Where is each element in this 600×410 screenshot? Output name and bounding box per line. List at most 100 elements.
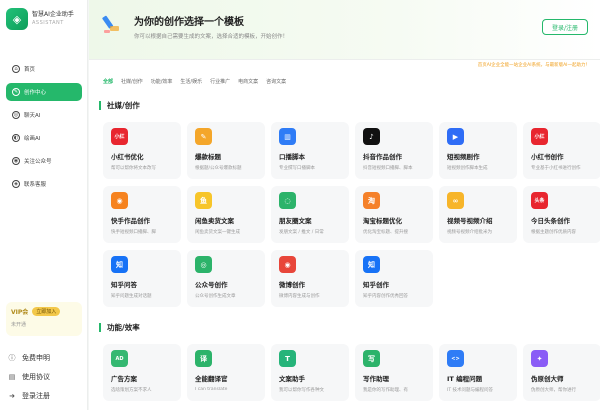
card-title: 视频号视频介绍 [447,217,493,225]
card-description: I can translate [195,387,228,392]
card-description: 知乎问题生成对话题 [111,294,152,299]
sidebar-item[interactable]: ◎ 聊天AI [6,106,82,124]
sidebar-item[interactable]: ✎ 创作中心 [6,83,82,101]
weibo-icon: ◉ [279,256,296,273]
template-card[interactable]: 小红小红书优化帮可以帮你将文本改写 [103,122,181,179]
moments-icon: ◌ [279,192,296,209]
card-description: 公众号创作生成文章 [195,294,236,299]
vip-title: VIP会 [11,309,29,316]
sidebar-item-label: 绘画AI [24,136,41,142]
zhihu-icon: 知 [363,256,380,273]
tab[interactable]: 功能/效率 [151,78,173,85]
template-card[interactable]: ◉ 快手作品创作 快手短视频口播脚、脚 [103,186,181,243]
card-title: 爆款标题 [195,153,221,161]
sidebar-nav: ⌂ 首页 ✎ 创作中心 ◎ 聊天AI ◐ 绘画AI ◉ 关注公众号 ◈ 联系客服 [0,60,88,198]
magic-icon: ✦ [531,350,548,367]
brand-logo[interactable]: ◈ 智慧AI企业助手 ASSISTANT [6,8,74,30]
tab[interactable]: 社媒/创作 [121,78,143,85]
info-icon: ⓘ [8,353,16,362]
template-card[interactable]: 写写作助理 我是你的写作助理、有 [355,344,433,401]
sidebar-item[interactable]: ◈ 联系客服 [6,175,82,193]
xiaohongshu-icon: 小红 [531,128,548,145]
card-title: 广告方案 [111,375,137,383]
card-title: 小红书创作 [531,153,564,161]
bottom-links: ⓘ 免费申明 ▤ 使用协议 ➜ 登录注册 [8,348,51,405]
card-title: 淘宝标题优化 [363,217,402,225]
tab[interactable]: 咨询文案 [266,78,286,85]
template-card[interactable]: ∞ 视频号视频介绍 视频号视频介绍批米为 [439,186,517,243]
play-icon: ▶ [447,128,464,145]
template-card[interactable]: 小红 小红书创作 专业基于小红书进行创作 [523,122,600,179]
card-title: 闲鱼卖货文案 [195,217,234,225]
template-card[interactable]: <> IT 编程问题 IT 技术问题与编程问答 [439,344,517,401]
template-card[interactable]: 知知乎问答 知乎问题生成对话题 [103,250,181,307]
template-card[interactable]: ▶ 短视频剧作 短视频创作脚本生成 [439,122,517,179]
write-icon: 写 [363,350,380,367]
template-card[interactable]: ◌ 朋友圈文案 发朋文案 / 推文 / 日常 [271,186,349,243]
tab[interactable]: 电商文案 [238,78,258,85]
card-title: 口播脚本 [279,153,305,161]
card-title: 微博创作 [279,281,305,289]
sidebar: ◈ 智慧AI企业助手 ASSISTANT ⌂ 首页 ✎ 创作中心 ◎ 聊天AI ◐ 绘画AI ◉… [0,0,88,410]
category-tabs: 全部 社媒/创作 功能/效率 生活/娱乐 行业推广 电商文案 咨询文案 [103,78,294,85]
ad-icon: AD [111,350,128,367]
card-description: 根据题/公众号爆款标题 [195,166,242,171]
template-card[interactable]: T 文案助手 我可以帮你写作各种文 [271,344,349,401]
sidebar-item[interactable]: ⌂ 首页 [6,60,82,78]
brand-logo-icon: ◈ [6,8,28,30]
tab[interactable]: 全部 [103,78,113,85]
vip-panel: VIP会 立即加入 未开通 [6,302,82,336]
template-card[interactable]: ◉ 微博创作微博内容生成与创作 [271,250,349,307]
template-card[interactable]: 知知乎创作 知乎内容创作优秀回答 [355,250,433,307]
template-card[interactable]: ✦ 伪原创大师伪原创大师，帮你进行 [523,344,600,401]
card-title: 伪原创大师 [531,375,564,383]
card-description: 我可以帮你写作各种文 [279,388,324,393]
template-card[interactable]: ▥ 口播脚本 专业撰写口播脚本 [271,122,349,179]
card-title: 抖音作品创作 [363,153,402,161]
template-card[interactable]: ♪ 抖音作品创作 抖音短视频口播脚、脚本 [355,122,433,179]
card-description: 选啥策划方案不求人 [111,388,152,393]
card-description: 根据主题创作优质内容 [531,230,576,235]
tab[interactable]: 生活/娱乐 [180,78,202,85]
main-content: 首页AI企业全能一站企业AI系统，与最新版AI一起助力！ 全部 社媒/创作 功能/效… [89,60,600,410]
card-description: 微博内容生成与创作 [279,294,320,299]
template-card[interactable]: AD 广告方案选啥策划方案不求人 [103,344,181,401]
card-description: 短视频创作脚本生成 [447,166,488,171]
card-title: 今日头条创作 [531,217,570,225]
card-description: 知乎内容创作优秀回答 [363,294,408,299]
bottom-link[interactable]: ➜ 登录注册 [8,386,50,405]
template-card[interactable]: ◎ 公众号创作 公众号创作生成文章 [187,250,265,307]
card-description: 帮可以帮你将文本改写 [111,166,156,171]
bottom-link-label: 登录注册 [22,391,50,400]
sidebar-item[interactable]: ◉ 关注公众号 [6,152,82,170]
template-card[interactable]: 淘淘宝标题优化 优化淘宝标题、提升搜 [355,186,433,243]
card-description: 发朋文案 / 推文 / 日常 [279,230,324,235]
section-title: 社媒/创作 [99,100,140,111]
card-title: IT 编程问题 [447,375,483,383]
template-card[interactable]: 鱼闲鱼卖货文案 闲鱼卖货文案一键生成 [187,186,265,243]
template-card[interactable]: 译全能翻译官 I can translate [187,344,265,401]
wechat-icon: ◎ [195,256,212,273]
template-card[interactable]: 头条今日头条创作根据主题创作优质内容 [523,186,600,243]
zhihu-icon: 知 [111,256,128,273]
card-description: 伪原创大师，帮你进行 [531,388,576,393]
book-icon: ▤ [8,372,16,381]
tab[interactable]: 行业推广 [210,78,230,85]
card-description: 优化淘宝标题、提升搜 [363,230,408,235]
card-title: 小红书优化 [111,153,144,161]
card-title: 写作助理 [363,375,389,383]
bottom-link[interactable]: ⓘ 免费申明 [8,348,51,367]
vip-join-button[interactable]: 立即加入 [32,307,61,316]
xiaohongshu-icon: 小红 [111,128,128,145]
sidebar-item-label: 创作中心 [24,90,47,96]
template-card[interactable]: ✎ 爆款标题 根据题/公众号爆款标题 [187,122,265,179]
chat-icon: ◎ [12,111,20,119]
login-register-button[interactable]: 登录/注册 [542,19,588,35]
page-title: 为你的创作选择一个模板 [134,17,244,28]
channels-icon: ∞ [447,192,464,209]
toutiao-icon: 头条 [531,192,548,209]
card-description: 视频号视频介绍批米为 [447,230,492,235]
sidebar-item[interactable]: ◐ 绘画AI [6,129,82,147]
document-icon: T [279,350,296,367]
bottom-link[interactable]: ▤ 使用协议 [8,367,50,386]
